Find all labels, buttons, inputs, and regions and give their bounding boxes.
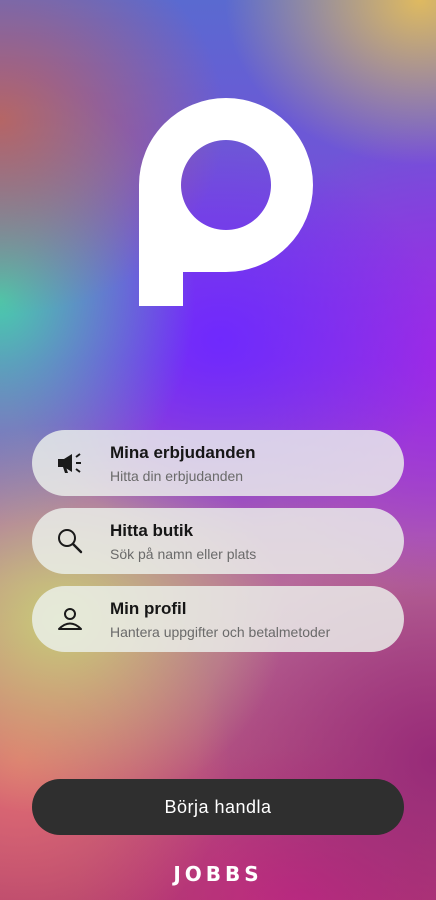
search-icon <box>54 525 86 557</box>
start-shopping-button[interactable]: Börja handla <box>32 779 404 835</box>
menu-item-offers[interactable]: Mina erbjudanden Hitta din erbjudanden <box>32 430 404 496</box>
menu-item-title: Mina erbjudanden <box>110 442 256 462</box>
menu-item-title: Hitta butik <box>110 520 194 540</box>
menu-item-subtitle: Hantera uppgifter och betalmetoder <box>110 623 331 640</box>
menu-item-profile[interactable]: Min profil Hantera uppgifter och betalme… <box>32 586 404 652</box>
brand-logo: JOBBS <box>173 862 263 886</box>
p-logo <box>139 98 313 306</box>
menu-item-subtitle: Sök på namn eller plats <box>110 545 257 562</box>
menu-item-title: Min profil <box>110 598 187 618</box>
menu-list: Mina erbjudanden Hitta din erbjudanden H… <box>32 430 404 664</box>
menu-item-subtitle: Hitta din erbjudanden <box>110 467 244 484</box>
megaphone-icon <box>54 447 86 479</box>
person-icon <box>54 603 86 635</box>
menu-item-find-store[interactable]: Hitta butik Sök på namn eller plats <box>32 508 404 574</box>
